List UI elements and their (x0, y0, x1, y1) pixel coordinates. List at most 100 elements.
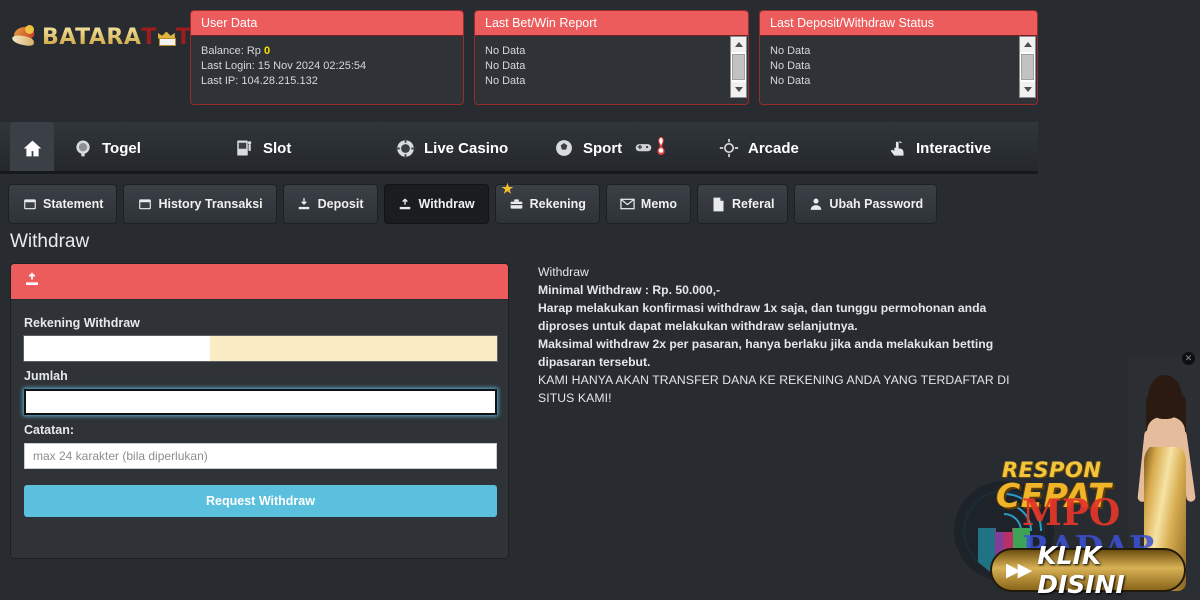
last-ip-row: Last IP: 104.28.215.132 (201, 75, 318, 87)
nav-item-live-casino[interactable]: Live Casino (394, 122, 508, 174)
balance-label: Balance: Rp (201, 45, 261, 57)
garuda-bird-icon (11, 24, 40, 50)
jumlah-label: Jumlah (24, 369, 68, 383)
nav-item-interactive[interactable]: Interactive (886, 122, 991, 174)
request-withdraw-button[interactable]: Request Withdraw (24, 485, 497, 517)
slot-machine-icon (233, 137, 255, 159)
top-bar: BATARA T T User Data Balance: Rp 0 Last Lo… (0, 0, 1200, 118)
list-item: No Data (770, 75, 811, 87)
gamepad-icon (635, 140, 652, 157)
tab-referal[interactable]: Referal (697, 184, 789, 224)
lottery-ball-icon (72, 137, 94, 159)
scrollbar-vertical[interactable] (1019, 36, 1036, 98)
user-icon (808, 197, 823, 212)
scroll-down-arrow-icon[interactable] (731, 82, 746, 97)
withdraw-arrow-icon (24, 271, 40, 292)
nav-item-home[interactable] (10, 122, 54, 174)
tab-statement[interactable]: Statement (8, 184, 118, 224)
list-item: No Data (770, 60, 811, 72)
panel-title: Last Deposit/Withdraw Status (760, 11, 1037, 36)
panel-title: User Data (191, 11, 463, 36)
nav-label: Interactive (916, 139, 992, 157)
withdraw-arrow-icon (398, 197, 413, 212)
catatan-input[interactable] (24, 443, 497, 469)
balance-row: Balance: Rp 0 (201, 44, 453, 59)
panel-last-bet-win: Last Bet/Win Report No Data No Data No D… (474, 10, 749, 105)
scrollbar-thumb[interactable] (732, 54, 745, 80)
panel-user-data: User Data Balance: Rp 0 Last Login: 15 N… (190, 10, 464, 105)
tab-label: Rekening (529, 197, 586, 211)
jumlah-input[interactable] (24, 389, 497, 415)
list-item: No Data (485, 45, 526, 57)
list-item: No Data (770, 45, 811, 57)
list-item: No Data (485, 75, 526, 87)
app-root: BATARA T T User Data Balance: Rp 0 Last Lo… (0, 0, 1200, 600)
tab-label: Referal (732, 197, 775, 211)
scrollbar-vertical[interactable] (730, 36, 747, 98)
bank-icon (509, 197, 524, 212)
tab-withdraw[interactable]: Withdraw (383, 184, 489, 224)
info-line-4: Maksimal withdraw 2x per pasaran, hanya … (538, 337, 994, 369)
withdraw-info-text: Withdraw Minimal Withdraw : Rp. 50.000,-… (538, 263, 1038, 407)
logo-wordmark: BATARA T T (42, 24, 211, 50)
logo-text-t1: T (141, 24, 157, 50)
mpo-radar-shield-logo (952, 476, 1056, 586)
tab-history-transaksi[interactable]: History Transaksi (123, 184, 277, 224)
tab-ubah-password[interactable]: Ubah Password (794, 184, 938, 224)
scroll-up-arrow-icon[interactable] (1020, 37, 1035, 52)
main-navigation: Togel Slot Live Casino Sport Arcade Inte… (0, 122, 1038, 174)
list-item: No Data (485, 60, 526, 72)
last-login-row: Last Login: 15 Nov 2024 02:25:54 (201, 60, 367, 72)
envelope-icon (620, 197, 635, 212)
card-body: Rekening Withdraw Jumlah Catatan: Reques… (11, 300, 508, 530)
site-logo[interactable]: BATARA T T (11, 16, 211, 58)
calendar-icon (137, 197, 152, 212)
tab-label: History Transaksi (158, 197, 263, 211)
document-icon (711, 197, 726, 212)
panel-body: Balance: Rp 0 Last Login: 15 Nov 2024 02… (191, 36, 463, 98)
panel-body: No Data No Data No Data (760, 36, 1037, 98)
scroll-up-arrow-icon[interactable] (731, 37, 746, 52)
deposit-arrow-icon (297, 197, 312, 212)
catatan-label: Catatan: (24, 423, 75, 437)
rekening-withdraw-field[interactable] (24, 336, 497, 361)
card-header (11, 264, 508, 300)
info-line-5: KAMI HANYA AKAN TRANSFER DANA KE REKENIN… (538, 373, 1010, 405)
panel-last-deposit-withdraw: Last Deposit/Withdraw Status No Data No … (759, 10, 1038, 105)
nav-label: Live Casino (424, 139, 509, 157)
info-line-3: Harap melakukan konfirmasi withdraw 1x s… (538, 301, 987, 333)
tab-memo[interactable]: Memo (605, 184, 692, 224)
nav-label: Sport (583, 139, 623, 157)
bowling-pin-icon (655, 136, 667, 160)
scroll-down-arrow-icon[interactable] (1020, 82, 1035, 97)
panel-title: Last Bet/Win Report (475, 11, 748, 36)
nav-item-arcade[interactable]: Arcade (718, 122, 799, 174)
rekening-withdraw-label: Rekening Withdraw (24, 316, 140, 330)
home-icon (21, 137, 43, 159)
scrollbar-thumb[interactable] (1021, 54, 1034, 80)
tab-rekening[interactable]: ★ Rekening (494, 181, 600, 224)
rekening-field-input-part[interactable] (24, 336, 210, 361)
casino-chip-icon (394, 137, 416, 159)
tab-label: Memo (640, 197, 678, 211)
arcade-target-icon (718, 137, 740, 159)
nav-label: Slot (263, 139, 292, 157)
crown-icon (158, 30, 176, 46)
soccer-ball-icon (553, 137, 575, 159)
tab-deposit[interactable]: Deposit (282, 184, 378, 224)
rekening-field-autofill-part[interactable] (210, 336, 497, 361)
star-badge-icon: ★ (501, 181, 514, 196)
panel-body: No Data No Data No Data (475, 36, 748, 98)
balance-value: 0 (264, 45, 271, 57)
page-title: Withdraw (10, 231, 90, 252)
nav-item-slot[interactable]: Slot (233, 122, 291, 174)
nav-label: Togel (102, 139, 141, 157)
nav-item-sport[interactable]: Sport (553, 122, 667, 174)
sub-tab-bar: Statement History Transaksi Deposit With… (8, 181, 938, 224)
nav-item-togel[interactable]: Togel (72, 122, 141, 174)
info-line-1: Withdraw (538, 265, 589, 279)
ad-banner[interactable] (1128, 357, 1200, 600)
ad-close-icon[interactable]: ✕ (1182, 352, 1195, 365)
tab-label: Statement (43, 197, 104, 211)
sport-badges (635, 136, 667, 160)
